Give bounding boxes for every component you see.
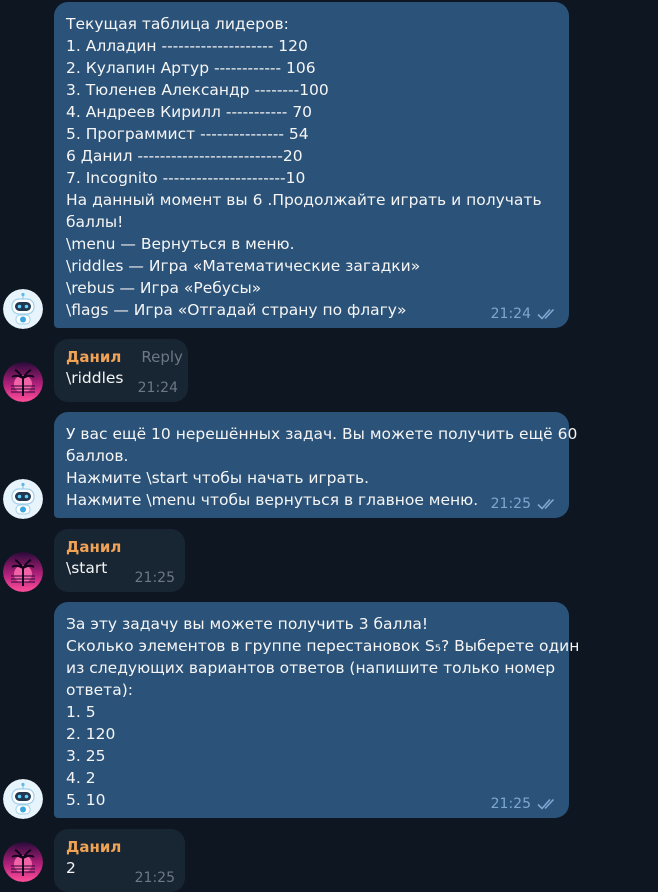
- message-meta: 21:24: [491, 306, 559, 322]
- user-message[interactable]: Данил Reply \riddles 21:24: [54, 339, 188, 402]
- command-link-flags[interactable]: \flags — Игра «Отгадай страну по флагу»: [66, 299, 557, 321]
- palm-sunset-icon: [3, 552, 43, 592]
- command-link-menu[interactable]: Нажмите \menu чтобы вернуться в главное …: [66, 489, 557, 511]
- message-meta: 21:25: [135, 570, 175, 586]
- message-meta: 21:25: [491, 796, 559, 812]
- command-link-menu[interactable]: \menu — Вернуться в меню.: [66, 233, 557, 255]
- bot-message-question[interactable]: За эту задачу вы можете получить 3 балла…: [54, 602, 580, 818]
- message-line: 5. Программист --------------- 54: [66, 125, 309, 143]
- answer-option: 3. 25: [66, 747, 106, 765]
- palm-sunset-icon: [3, 842, 43, 882]
- message-time: 21:25: [134, 570, 175, 586]
- robot-icon: [3, 779, 43, 819]
- user-avatar[interactable]: [3, 842, 43, 882]
- message-line: На данный момент вы 6 .Продолжайте играт…: [66, 191, 542, 209]
- user-message[interactable]: Данил \start 21:25: [54, 529, 185, 592]
- message-line: Сколько элементов в группе перестановок …: [66, 637, 580, 655]
- message-line: из следующих вариантов ответов (напишите…: [66, 659, 556, 677]
- message-text: За эту задачу вы можете получить 3 балла…: [66, 613, 580, 811]
- message-time: 21:25: [490, 796, 531, 812]
- message-line: У вас ещё 10 нерешённых задач. Вы можете…: [66, 425, 578, 443]
- message-line: 2. Кулапин Артур ------------ 106: [66, 59, 316, 77]
- message-time: 21:25: [134, 870, 175, 886]
- robot-icon: [3, 289, 43, 329]
- message-time: 21:24: [490, 306, 531, 322]
- double-check-icon: [537, 308, 555, 320]
- message-line: баллов.: [66, 447, 129, 465]
- message-meta: 21:24: [138, 380, 178, 396]
- command-link-riddles[interactable]: \riddles — Игра «Математические загадки»: [66, 255, 557, 277]
- message-line: 3. Тюленев Александр --------100: [66, 81, 329, 99]
- message-line: 7. Incognito ----------------------10: [66, 169, 306, 187]
- double-check-icon: [537, 498, 555, 510]
- answer-option: 5. 10: [66, 791, 106, 809]
- user-avatar[interactable]: [3, 362, 43, 402]
- answer-option: 4. 2: [66, 769, 96, 787]
- message-text: У вас ещё 10 нерешённых задач. Вы можете…: [66, 423, 578, 511]
- user-message[interactable]: Данил 2 21:25: [54, 829, 185, 892]
- message-line: Текущая таблица лидеров:: [66, 15, 289, 33]
- bot-message[interactable]: У вас ещё 10 нерешённых задач. Вы можете…: [54, 412, 578, 518]
- message-time: 21:24: [137, 380, 178, 396]
- answer-option: 1. 5: [66, 703, 96, 721]
- message-text: Текущая таблица лидеров: 1. Алладин ----…: [66, 13, 557, 321]
- palm-sunset-icon: [3, 362, 43, 402]
- sender-name[interactable]: Данил: [66, 837, 173, 857]
- sender-name[interactable]: Данил: [66, 537, 173, 557]
- message-line: баллы!: [66, 213, 124, 231]
- robot-icon: [3, 479, 43, 519]
- message-line: 1. Алладин -------------------- 120: [66, 37, 308, 55]
- reply-button[interactable]: Reply: [141, 348, 183, 366]
- message-meta: 21:25: [491, 496, 559, 512]
- message-line: 4. Андреев Кирилл ----------- 70: [66, 103, 313, 121]
- message-line: 6 Данил --------------------------20: [66, 147, 303, 165]
- message-line: ответа):: [66, 681, 133, 699]
- bot-avatar[interactable]: [3, 479, 43, 519]
- bot-message-leaderboard[interactable]: Текущая таблица лидеров: 1. Алладин ----…: [54, 2, 569, 328]
- double-check-icon: [537, 798, 555, 810]
- bot-avatar[interactable]: [3, 289, 43, 329]
- message-time: 21:25: [490, 496, 531, 512]
- answer-option: 2. 120: [66, 725, 116, 743]
- sender-name[interactable]: Данил: [66, 348, 121, 366]
- sender-name-row: Данил Reply: [66, 347, 183, 367]
- command-link-rebus[interactable]: \rebus — Игра «Ребусы»: [66, 277, 557, 299]
- bot-avatar[interactable]: [3, 779, 43, 819]
- message-meta: 21:25: [135, 870, 175, 886]
- message-line: За эту задачу вы можете получить 3 балла…: [66, 615, 429, 633]
- user-avatar[interactable]: [3, 552, 43, 592]
- command-link-start[interactable]: Нажмите \start чтобы начать играть.: [66, 467, 557, 489]
